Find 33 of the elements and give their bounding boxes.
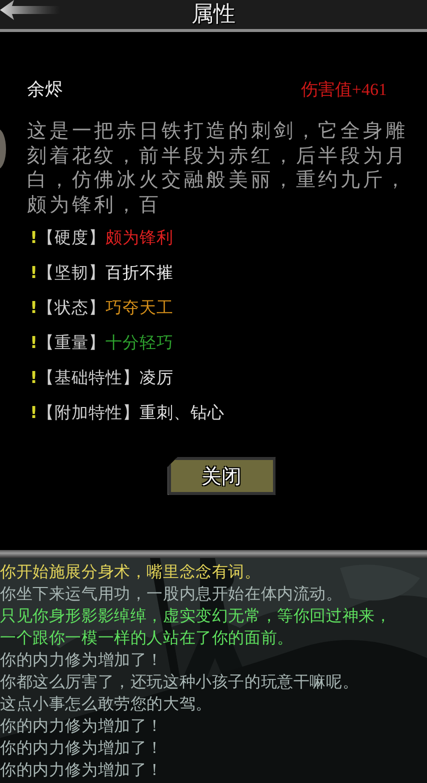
- log-line: 一个跟你一模一样的人站在了你的面前。: [0, 627, 294, 649]
- attribute-label: 【硬度】: [38, 228, 106, 248]
- item-name: 余烬: [27, 78, 63, 102]
- log-line: 你开始施展分身术，嘴里念念有词。: [0, 561, 262, 583]
- log-line: 你的内力修为增加了！: [0, 737, 164, 759]
- log-line: 你的内力修为增加了！: [0, 649, 164, 671]
- log-line: 你都这么厉害了，还玩这种小孩子的玩意干嘛呢。: [0, 671, 360, 693]
- attribute-label: 【基础特性】: [38, 368, 140, 388]
- item-description: 这是一把赤日铁打造的刺剑，它全身雕刻着花纹，前半段为赤红，后半段为月白，仿佛冰火交融般美丽，重约九斤，颇为锋利，百: [27, 119, 409, 217]
- log-line: 你的内力修为增加了！: [0, 715, 164, 737]
- page-title: 属性: [192, 1, 236, 29]
- damage-value: 伤害值+461: [300, 78, 387, 101]
- exclamation-icon: !: [30, 228, 38, 248]
- attribute-value: 颇为锋利: [106, 228, 174, 248]
- close-button[interactable]: 关闭: [168, 457, 276, 495]
- attribute-value: 重刺、钻心: [140, 403, 225, 423]
- exclamation-icon: !: [30, 298, 38, 318]
- exclamation-icon: !: [30, 368, 38, 388]
- attribute-value: 巧夺天工: [106, 298, 174, 318]
- attribute-label: 【状态】: [38, 298, 106, 318]
- attribute-value: 十分轻巧: [106, 333, 174, 353]
- attribute-label: 【坚韧】: [38, 263, 106, 283]
- attribute-value: 凌厉: [140, 368, 174, 388]
- attribute-label: 【重量】: [38, 333, 106, 353]
- exclamation-icon: !: [30, 403, 38, 423]
- log-line: 你的内力修为增加了！: [0, 759, 164, 781]
- attribute-value: 百折不摧: [106, 263, 174, 283]
- exclamation-icon: !: [30, 333, 38, 353]
- attribute-label: 【附加特性】: [38, 403, 140, 423]
- exclamation-icon: !: [30, 263, 38, 283]
- log-line: 这点小事怎么敢劳您的大驾。: [0, 693, 213, 715]
- log-line: 只见你身形影影绰绰，虚实变幻无常，等你回过神来，: [0, 605, 392, 627]
- log-line: 你坐下来运气用功，一股内息开始在体内流动。: [0, 583, 344, 605]
